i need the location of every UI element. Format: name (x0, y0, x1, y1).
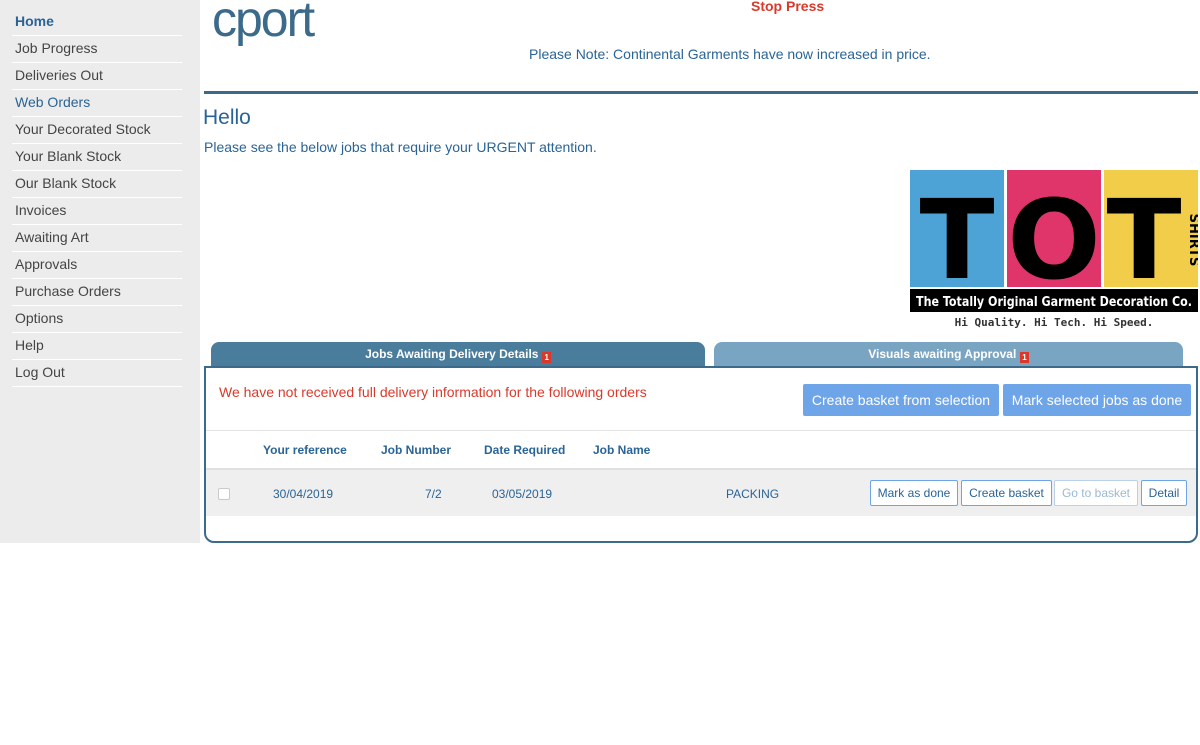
column-header-reference[interactable]: Your reference (263, 443, 347, 457)
logo-text: cport (212, 0, 315, 46)
tab-count-badge: 1 (1020, 352, 1029, 363)
sidebar-item-invoices[interactable]: Invoices (12, 198, 182, 225)
sidebar-item-your-blank-stock[interactable]: Your Blank Stock (12, 144, 182, 171)
banner-letter-t2: T (1106, 176, 1181, 304)
banner-shirts-text: SHIRTS (1186, 214, 1198, 267)
panel-divider (206, 430, 1196, 431)
mark-as-done-button[interactable]: Mark as done (870, 480, 958, 506)
tab-visuals-awaiting-approval[interactable]: Visuals awaiting Approval 1 (714, 342, 1183, 366)
go-to-basket-button[interactable]: Go to basket (1054, 480, 1138, 506)
sidebar-item-web-orders[interactable]: Web Orders (12, 90, 182, 117)
banner-letter-t1: T (919, 176, 994, 304)
cell-date-required: 03/05/2019 (492, 487, 553, 501)
sidebar-item-log-out[interactable]: Log Out (12, 360, 182, 387)
sidebar-item-your-decorated-stock[interactable]: Your Decorated Stock (12, 117, 182, 144)
table-row: 30/04/2019 7/2 03/05/2019 PACKING Mark a… (206, 470, 1196, 516)
create-basket-from-selection-button[interactable]: Create basket from selection (803, 384, 999, 416)
page-subtitle: Please see the below jobs that require y… (204, 139, 597, 155)
column-header-date-required[interactable]: Date Required (484, 443, 565, 457)
jobs-panel: We have not received full delivery infor… (204, 366, 1198, 543)
tab-label: Visuals awaiting Approval (868, 347, 1017, 361)
tab-label: Jobs Awaiting Delivery Details (365, 347, 539, 361)
cell-job-name: PACKING (726, 487, 780, 501)
tab-jobs-awaiting-delivery[interactable]: Jobs Awaiting Delivery Details 1 (211, 342, 705, 366)
detail-button[interactable]: Detail (1141, 480, 1187, 506)
cport-logo[interactable]: cport (212, 0, 342, 46)
sidebar-item-home[interactable]: Home (12, 9, 182, 36)
sidebar-item-awaiting-art[interactable]: Awaiting Art (12, 225, 182, 252)
tab-count-badge: 1 (542, 352, 551, 363)
sidebar-item-approvals[interactable]: Approvals (12, 252, 182, 279)
stop-press-label: Stop Press (751, 0, 825, 14)
banner-letter-o: O (1007, 176, 1101, 304)
column-header-job-number[interactable]: Job Number (381, 443, 451, 457)
header-divider (204, 91, 1198, 94)
sidebar-item-deliveries-out[interactable]: Deliveries Out (12, 63, 182, 90)
create-basket-button[interactable]: Create basket (961, 480, 1052, 506)
banner-tagline: Hi Quality. Hi Tech. Hi Speed. (955, 316, 1154, 329)
tot-shirts-banner: T O T SHIRTS The Totally Original Garmen… (910, 170, 1198, 329)
mark-selected-done-button[interactable]: Mark selected jobs as done (1003, 384, 1191, 416)
sidebar-list: Home Job Progress Deliveries Out Web Ord… (12, 9, 182, 387)
page-title: Hello (203, 106, 251, 129)
cell-reference: 30/04/2019 (273, 487, 334, 501)
column-header-job-name[interactable]: Job Name (593, 443, 650, 457)
sidebar-item-help[interactable]: Help (12, 333, 182, 360)
banner-company-name: The Totally Original Garment Decoration … (916, 295, 1192, 310)
delivery-warning: We have not received full delivery infor… (219, 384, 647, 400)
cell-job-number: 7/2 (425, 487, 442, 501)
row-select-checkbox[interactable] (218, 488, 230, 500)
price-notice: Please Note: Continental Garments have n… (529, 46, 931, 62)
sidebar-nav: Home Job Progress Deliveries Out Web Ord… (0, 0, 200, 543)
sidebar-item-job-progress[interactable]: Job Progress (12, 36, 182, 63)
sidebar-item-options[interactable]: Options (12, 306, 182, 333)
sidebar-item-our-blank-stock[interactable]: Our Blank Stock (12, 171, 182, 198)
sidebar-item-purchase-orders[interactable]: Purchase Orders (12, 279, 182, 306)
